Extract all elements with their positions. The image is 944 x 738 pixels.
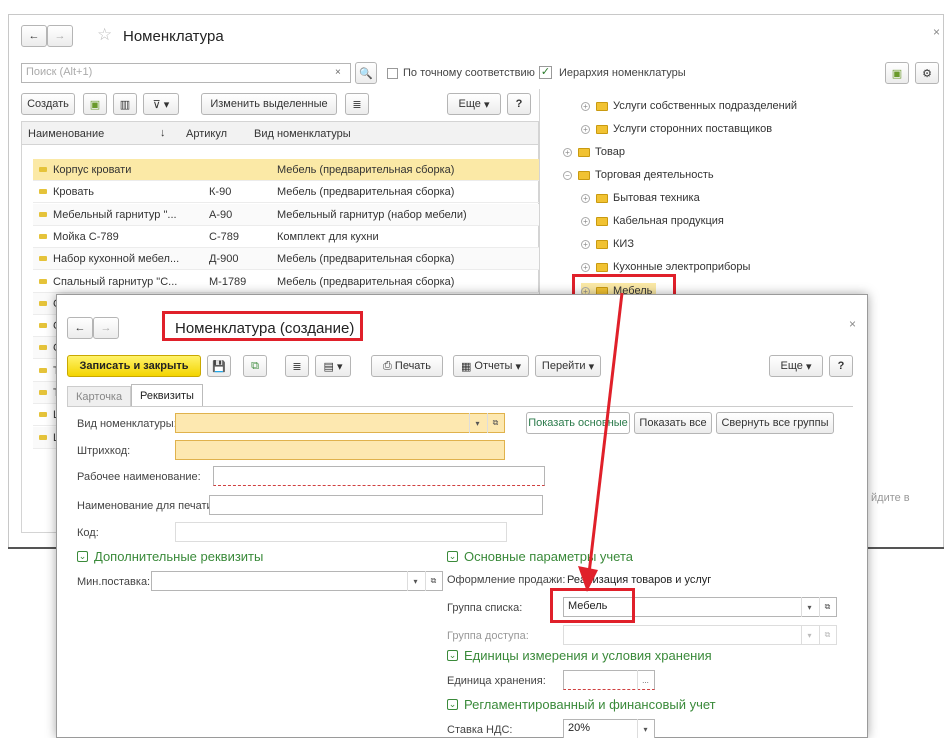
annotation-arrow <box>578 292 624 592</box>
arrow-line <box>586 292 624 583</box>
arrow-head <box>578 566 598 592</box>
